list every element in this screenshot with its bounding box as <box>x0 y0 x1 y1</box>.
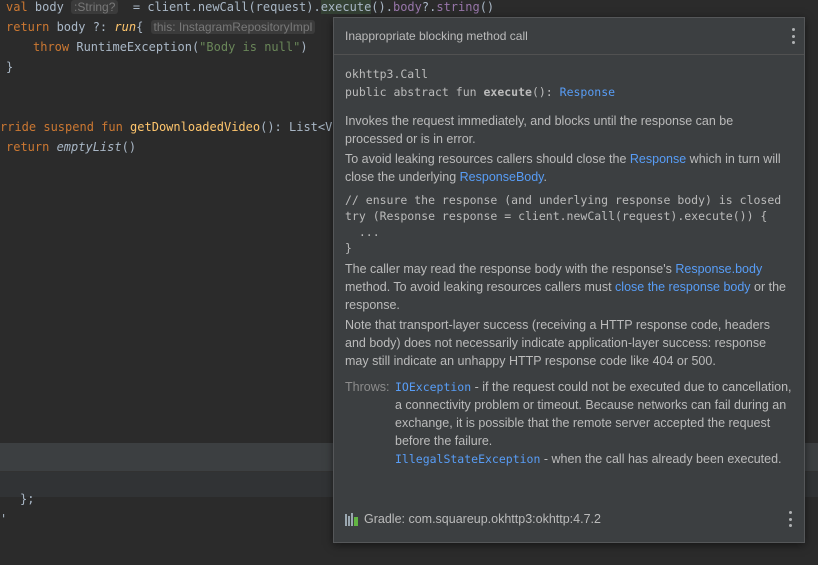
code-line-bottom-2: ' <box>0 512 8 526</box>
keyword: return <box>6 140 57 154</box>
field-ref: string <box>436 0 480 14</box>
function-name: emptyList <box>56 140 122 154</box>
illegalstateexception-link[interactable]: IllegalStateException <box>395 452 540 466</box>
signature-line: public abstract fun execute(): Response <box>345 83 793 101</box>
code-text: = client.newCall(request). <box>125 0 321 14</box>
keyword: throw <box>33 40 70 54</box>
popup-title: Inappropriate blocking method call <box>345 29 528 43</box>
type-hint: :String? <box>71 0 119 14</box>
library-source: Gradle: com.squareup.okhttp3:okhttp:4.7.… <box>364 512 601 526</box>
throws-list: IOException - if the request could not b… <box>395 378 793 468</box>
string-literal: "Body is null" <box>199 40 301 54</box>
signature-text: (): <box>531 85 560 99</box>
doc-text: . <box>543 170 547 184</box>
code-line-4[interactable]: } <box>6 57 13 77</box>
more-options-icon[interactable] <box>790 28 796 44</box>
response-link[interactable]: Response <box>630 152 686 166</box>
popup-footer: Gradle: com.squareup.okhttp3:okhttp:4.7.… <box>345 510 793 528</box>
code-line-bottom: }; <box>20 492 35 506</box>
class-link[interactable]: okhttp3.Call <box>345 65 793 83</box>
signature-text: public abstract fun <box>345 85 484 99</box>
throws-text: - when the call has already been execute… <box>540 452 782 466</box>
documentation-popup[interactable]: Inappropriate blocking method call okhtt… <box>333 17 805 543</box>
responsebody-link[interactable]: ResponseBody <box>460 170 544 184</box>
code-text: RuntimeException( <box>69 40 200 54</box>
popup-body: okhttp3.Call public abstract fun execute… <box>334 55 804 468</box>
code-text: () <box>121 140 137 154</box>
throws-item: IOException - if the request could not b… <box>395 378 793 450</box>
code-line-6[interactable]: rride suspend fun getDownloadedVideo(): … <box>0 117 347 137</box>
doc-paragraph: Note that transport-layer success (recei… <box>345 318 770 368</box>
method-signature: okhttp3.Call public abstract fun execute… <box>345 65 793 101</box>
keyword: rride suspend fun <box>0 120 131 134</box>
doc-paragraph: Invokes the request immediately, and blo… <box>345 114 734 146</box>
ioexception-link[interactable]: IOException <box>395 380 471 394</box>
close-response-body-link[interactable]: close the response body <box>615 280 751 294</box>
doc-paragraph: The caller may read the response body wi… <box>345 260 793 314</box>
code-line-1[interactable]: val body :String? = client.newCall(reque… <box>6 0 494 17</box>
code-line-2[interactable]: return body ?: run{ this: InstagramRepos… <box>6 17 316 37</box>
code-text: () <box>479 0 495 14</box>
library-icon <box>345 512 359 526</box>
receiver-hint: this: InstagramRepositoryImpl <box>150 20 316 34</box>
keyword: return <box>6 20 50 34</box>
keyword: val <box>6 0 28 14</box>
throws-section: Throws: IOException - if the request cou… <box>345 378 793 468</box>
code-text: (). <box>371 0 393 14</box>
code-line-3[interactable]: throw RuntimeException("Body is null") <box>33 37 308 57</box>
code-text: body ?: <box>49 20 115 34</box>
highlighted-call[interactable]: execute <box>320 0 372 14</box>
doc-paragraph: To avoid leaking resources callers shoul… <box>345 150 793 186</box>
code-text: body <box>27 0 64 14</box>
code-line-7[interactable]: return emptyList() <box>6 137 136 157</box>
function-name: getDownloadedVideo <box>130 120 261 134</box>
throws-item: IllegalStateException - when the call ha… <box>395 450 793 468</box>
code-text: { <box>136 20 151 34</box>
code-text: ?. <box>421 0 437 14</box>
doc-text: To avoid leaking resources callers shoul… <box>345 152 630 166</box>
code-example: // ensure the response (and underlying r… <box>345 193 782 255</box>
field-ref: body <box>392 0 422 14</box>
more-options-icon[interactable] <box>787 511 793 527</box>
response-body-link[interactable]: Response.body <box>675 262 762 276</box>
doc-text: The caller may read the response body wi… <box>345 262 676 276</box>
code-text: ) <box>300 40 308 54</box>
method-name: execute <box>483 85 532 99</box>
throws-label: Throws: <box>345 380 390 394</box>
return-type-link[interactable]: Response <box>560 85 615 99</box>
doc-text: method. To avoid leaking resources calle… <box>345 280 616 294</box>
function-name: run <box>114 20 137 34</box>
popup-header: Inappropriate blocking method call <box>334 18 804 55</box>
